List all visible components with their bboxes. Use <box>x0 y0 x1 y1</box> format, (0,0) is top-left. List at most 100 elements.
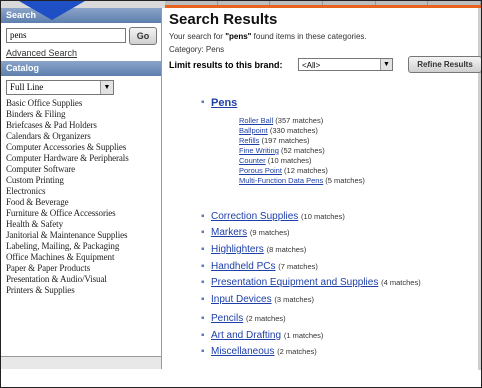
sidebar-item-category[interactable]: Janitorial & Maintenance Supplies <box>6 230 161 241</box>
subcategory-count: (10 matches) <box>267 156 312 165</box>
go-button[interactable]: Go <box>129 27 157 45</box>
subcategory-link[interactable]: Multi-Function Data Pens <box>239 176 323 185</box>
bullet-icon: ▪ <box>201 261 205 272</box>
sidebar-item-category[interactable]: Computer Hardware & Peripherals <box>6 153 161 164</box>
result-link[interactable]: Art and Drafting <box>211 330 281 341</box>
category-line: Category: Pens <box>169 45 225 54</box>
result-link-pens[interactable]: Pens <box>211 97 237 109</box>
result-count: (9 matches) <box>249 228 290 237</box>
subcategory-item: Counter (10 matches) <box>239 156 365 166</box>
sidebar-footer <box>1 356 161 369</box>
subcategory-count: (52 matches) <box>280 146 325 155</box>
subcategory-link[interactable]: Roller Ball <box>239 116 273 125</box>
brand-label: Limit results to this brand: <box>169 60 283 70</box>
bullet-icon: ▪ <box>201 294 205 305</box>
result-link[interactable]: Presentation Equipment and Supplies <box>211 277 378 288</box>
summary-term: "pens" <box>225 32 252 41</box>
result-count: (10 matches) <box>301 212 345 221</box>
bullet-icon: ▪ <box>201 244 205 255</box>
bullet-icon: ▪ <box>201 211 205 222</box>
brand-filter-row: Limit results to this brand: <All> ▼ Ref… <box>169 56 481 74</box>
result-link[interactable]: Correction Supplies <box>211 211 298 222</box>
subcategory-item: Refills (197 matches) <box>239 136 365 146</box>
subcategory-item: Multi-Function Data Pens (5 matches) <box>239 176 365 186</box>
result-count: (7 matches) <box>278 262 318 271</box>
main-content: Search Results Your search for "pens" fo… <box>169 10 481 74</box>
sidebar-item-category[interactable]: Electronics <box>6 186 161 197</box>
sidebar-item-category[interactable]: Printers & Supplies <box>6 285 161 296</box>
sidebar: Search pens Go Advanced Search Catalog F… <box>1 8 162 369</box>
advanced-search-link[interactable]: Advanced Search <box>1 47 161 61</box>
result-link[interactable]: Highlighters <box>211 244 264 255</box>
sidebar-item-category[interactable]: Furniture & Office Accessories <box>6 208 161 219</box>
bullet-icon: ▪ <box>201 97 205 108</box>
result-item: ▪ Pencils (2 matches) <box>201 313 286 324</box>
subcategory-link[interactable]: Counter <box>239 156 266 165</box>
subcategory-link[interactable]: Porous Point <box>239 166 282 175</box>
result-item: ▪ Handheld PCs (7 matches) <box>201 261 318 272</box>
sidebar-item-category[interactable]: Computer Software <box>6 164 161 175</box>
sidebar-item-category[interactable]: Calendars & Organizers <box>6 131 161 142</box>
page-title: Search Results <box>169 11 278 28</box>
result-count: (3 matches) <box>274 295 314 304</box>
result-link[interactable]: Input Devices <box>211 294 272 305</box>
result-item: ▪ Miscellaneous (2 matches) <box>201 346 317 357</box>
arrow-pointer-icon <box>19 1 85 20</box>
result-count: (2 matches) <box>277 347 317 356</box>
catalog-select-value: Full Line <box>10 82 44 92</box>
bullet-icon: ▪ <box>201 227 205 238</box>
subcategory-link[interactable]: Fine Writing <box>239 146 279 155</box>
sidebar-item-category[interactable]: Briefcases & Pad Holders <box>6 120 161 131</box>
catalog-select[interactable]: Full Line ▼ <box>6 80 114 95</box>
result-count: (2 matches) <box>246 314 286 323</box>
brand-select[interactable]: <All> ▼ <box>298 58 393 71</box>
subcategory-count: (357 matches) <box>275 116 324 125</box>
subcategory-link[interactable]: Refills <box>239 136 259 145</box>
subcategory-link[interactable]: Ballpoint <box>239 126 268 135</box>
bullet-icon: ▪ <box>201 346 205 357</box>
search-input[interactable]: pens <box>6 28 126 43</box>
result-item-pens: ▪ Pens <box>201 97 237 109</box>
result-count: (1 matches) <box>283 331 324 340</box>
result-link[interactable]: Markers <box>211 227 247 238</box>
sidebar-item-category[interactable]: Presentation & Audio/Visual <box>6 274 161 285</box>
subcategory-count: (12 matches) <box>284 166 328 175</box>
result-count: (4 matches) <box>381 278 421 287</box>
sidebar-item-category[interactable]: Custom Printing <box>6 175 161 186</box>
subcategory-item: Roller Ball (357 matches) <box>239 116 365 126</box>
subcategory-item: Fine Writing (52 matches) <box>239 146 365 156</box>
search-summary: Your search for "pens" found items in th… <box>169 30 479 43</box>
summary-prefix: Your search for <box>169 32 226 41</box>
sidebar-item-category[interactable]: Food & Beverage <box>6 197 161 208</box>
sidebar-item-category[interactable]: Paper & Paper Products <box>6 263 161 274</box>
refine-results-button[interactable]: Refine Results <box>408 56 481 73</box>
result-item: ▪ Art and Drafting (1 matches) <box>201 330 323 341</box>
result-item: ▪ Correction Supplies (10 matches) <box>201 211 345 222</box>
bullet-icon: ▪ <box>201 313 205 324</box>
result-item: ▪ Input Devices (3 matches) <box>201 294 314 305</box>
sidebar-item-category[interactable]: Basic Office Supplies <box>6 98 161 109</box>
brand-select-value: <All> <box>302 61 321 70</box>
sidebar-item-category[interactable]: Office Machines & Equipment <box>6 252 161 263</box>
subcategory-count: (5 matches) <box>325 176 365 185</box>
result-item: ▪ Highlighters (8 matches) <box>201 244 306 255</box>
result-link[interactable]: Handheld PCs <box>211 261 275 272</box>
category-list: Basic Office Supplies Binders & Filing Bri… <box>1 98 161 296</box>
chevron-down-icon[interactable]: ▼ <box>380 59 392 70</box>
sidebar-item-category[interactable]: Binders & Filing <box>6 109 161 120</box>
result-count: (8 matches) <box>266 245 307 254</box>
result-item: ▪ Markers (9 matches) <box>201 227 290 238</box>
result-link[interactable]: Miscellaneous <box>211 346 274 357</box>
accent-bar <box>165 5 481 8</box>
search-row: pens Go <box>1 23 161 47</box>
subcategory-count: (330 matches) <box>269 126 318 135</box>
catalog-heading: Catalog <box>1 61 161 76</box>
summary-suffix: found items in these categories. <box>251 32 367 41</box>
bullet-icon: ▪ <box>201 330 205 341</box>
sidebar-item-category[interactable]: Health & Safety <box>6 219 161 230</box>
sidebar-item-category[interactable]: Computer Accessories & Supplies <box>6 142 161 153</box>
result-link[interactable]: Pencils <box>211 313 243 324</box>
chevron-down-icon[interactable]: ▼ <box>100 81 113 94</box>
subcategory-count: (197 matches) <box>261 136 310 145</box>
sidebar-item-category[interactable]: Labeling, Mailing, & Packaging <box>6 241 161 252</box>
